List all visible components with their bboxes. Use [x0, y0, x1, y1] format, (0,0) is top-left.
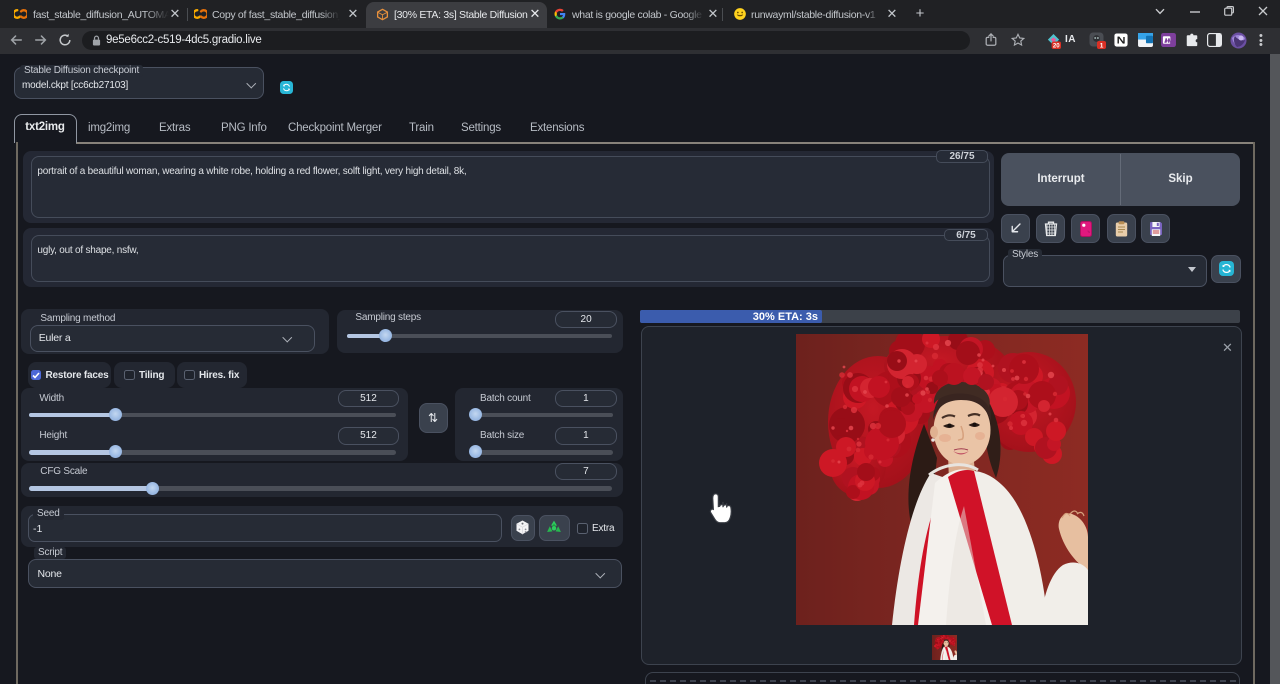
svg-text:1: 1: [1100, 42, 1104, 49]
svg-text:20: 20: [1053, 42, 1060, 49]
